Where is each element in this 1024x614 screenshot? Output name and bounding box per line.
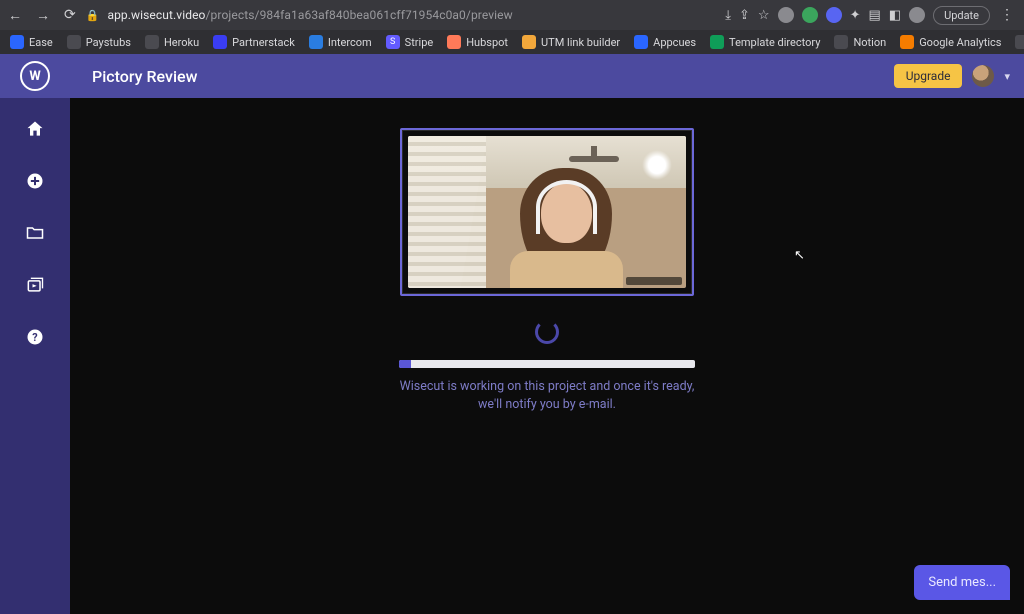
star-icon[interactable]: ☆ xyxy=(758,8,770,23)
video-preview-frame xyxy=(400,128,694,296)
help-icon[interactable]: ? xyxy=(24,326,46,348)
back-button[interactable]: ← xyxy=(8,7,22,24)
browser-right-icons: ⤓ ⇪ ☆ ✦ ▤ ◧ Update ⋮ xyxy=(725,6,1016,25)
extension-dot-3[interactable] xyxy=(826,7,842,23)
share-icon[interactable]: ⇪ xyxy=(739,8,750,23)
favicon-icon xyxy=(213,35,227,49)
bookmark-stripe[interactable]: S Stripe xyxy=(386,35,434,49)
add-icon[interactable] xyxy=(24,170,46,192)
folder-icon[interactable] xyxy=(24,222,46,244)
bookmark-label: Template directory xyxy=(729,36,820,49)
nav-arrow-group: ← → ⟳ xyxy=(8,7,76,24)
bookmark-notion[interactable]: Notion xyxy=(834,35,886,49)
thumbnail-bg xyxy=(642,150,672,180)
forward-button[interactable]: → xyxy=(36,7,50,24)
thumbnail-watermark xyxy=(626,277,682,285)
bookmark-label: Intercom xyxy=(328,36,372,49)
favicon-icon xyxy=(309,35,323,49)
bookmarks-bar: Ease Paystubs Heroku Partnerstack Interc… xyxy=(0,30,1024,54)
favicon-icon xyxy=(67,35,81,49)
browser-menu-icon[interactable]: ⋮ xyxy=(998,7,1016,23)
app-logo-icon[interactable]: W xyxy=(20,61,50,91)
lock-icon: 🔒 xyxy=(86,9,100,22)
thumbnail-bg xyxy=(408,136,486,288)
header-right: Upgrade ▾ xyxy=(894,64,1010,88)
main-content: Wisecut is working on this project and o… xyxy=(70,98,1024,614)
bookmark-label: Heroku xyxy=(164,36,199,49)
favicon-icon xyxy=(710,35,724,49)
svg-text:?: ? xyxy=(32,331,37,344)
bookmark-partnerstack[interactable]: Partnerstack xyxy=(213,35,295,49)
panel-icon[interactable]: ◧ xyxy=(889,8,901,23)
bookmark-hubspot[interactable]: Hubspot xyxy=(447,35,508,49)
status-line-2: we'll notify you by e-mail. xyxy=(478,397,616,412)
bookmark-ease[interactable]: Ease xyxy=(10,35,53,49)
favicon-icon xyxy=(10,35,24,49)
favicon-icon xyxy=(634,35,648,49)
mouse-cursor-icon: ↖ xyxy=(794,248,805,263)
bookmark-intercom[interactable]: Intercom xyxy=(309,35,372,49)
browser-update-button[interactable]: Update xyxy=(933,6,990,25)
bookmark-label: Appcues xyxy=(653,36,696,49)
bookmark-wordpress[interactable]: wordpress xyxy=(1015,35,1024,49)
favicon-icon xyxy=(522,35,536,49)
loading-spinner-icon xyxy=(535,320,559,344)
chevron-down-icon[interactable]: ▾ xyxy=(1004,70,1010,83)
library-icon[interactable] xyxy=(24,274,46,296)
bookmark-paystubs[interactable]: Paystubs xyxy=(67,35,131,49)
upgrade-button[interactable]: Upgrade xyxy=(894,64,963,88)
address-bar[interactable]: 🔒 app.wisecut.video/projects/984fa1a63af… xyxy=(86,8,716,22)
favicon-icon xyxy=(900,35,914,49)
progress-bar xyxy=(399,360,695,368)
bookmark-label: Stripe xyxy=(405,36,434,49)
favicon-icon xyxy=(447,35,461,49)
user-avatar[interactable] xyxy=(972,65,994,87)
reload-button[interactable]: ⟳ xyxy=(64,7,76,23)
status-text: Wisecut is working on this project and o… xyxy=(400,378,695,414)
favicon-icon xyxy=(145,35,159,49)
thumbnail-person xyxy=(503,163,631,288)
bookmark-label: Notion xyxy=(853,36,886,49)
bookmark-label: Paystubs xyxy=(86,36,131,49)
bookmark-label: Ease xyxy=(29,36,53,49)
url-text: app.wisecut.video/projects/984fa1a63af84… xyxy=(107,8,512,22)
app-header: W Pictory Review Upgrade ▾ xyxy=(0,54,1024,98)
bookmark-label: Google Analytics xyxy=(919,36,1001,49)
bookmark-template-dir[interactable]: Template directory xyxy=(710,35,820,49)
bookmark-heroku[interactable]: Heroku xyxy=(145,35,199,49)
extensions-icon[interactable]: ✦ xyxy=(850,8,861,23)
page-title: Pictory Review xyxy=(92,67,197,86)
extension-dot-1[interactable] xyxy=(778,7,794,23)
bookmark-google-analytics[interactable]: Google Analytics xyxy=(900,35,1001,49)
favicon-icon: S xyxy=(386,35,400,49)
bookmark-label: Partnerstack xyxy=(232,36,295,49)
bookmark-appcues[interactable]: Appcues xyxy=(634,35,696,49)
install-icon[interactable]: ⤓ xyxy=(725,8,731,23)
sidebar: ? xyxy=(0,98,70,614)
chat-send-button[interactable]: Send mes... xyxy=(914,565,1010,600)
tag-icon[interactable]: ▤ xyxy=(868,8,880,23)
extension-dot-2[interactable] xyxy=(802,7,818,23)
app-body: ? Wisecut is working xyxy=(0,98,1024,614)
home-icon[interactable] xyxy=(24,118,46,140)
thumbnail-bg xyxy=(569,156,619,162)
bookmark-utm[interactable]: UTM link builder xyxy=(522,35,620,49)
bookmark-label: Hubspot xyxy=(466,36,508,49)
favicon-icon xyxy=(834,35,848,49)
favicon-icon xyxy=(1015,35,1024,49)
profile-avatar-icon[interactable] xyxy=(909,7,925,23)
bookmark-label: UTM link builder xyxy=(541,36,620,49)
browser-toolbar: ← → ⟳ 🔒 app.wisecut.video/projects/984fa… xyxy=(0,0,1024,30)
status-line-1: Wisecut is working on this project and o… xyxy=(400,379,695,394)
progress-fill xyxy=(399,360,411,368)
video-thumbnail xyxy=(408,136,686,288)
